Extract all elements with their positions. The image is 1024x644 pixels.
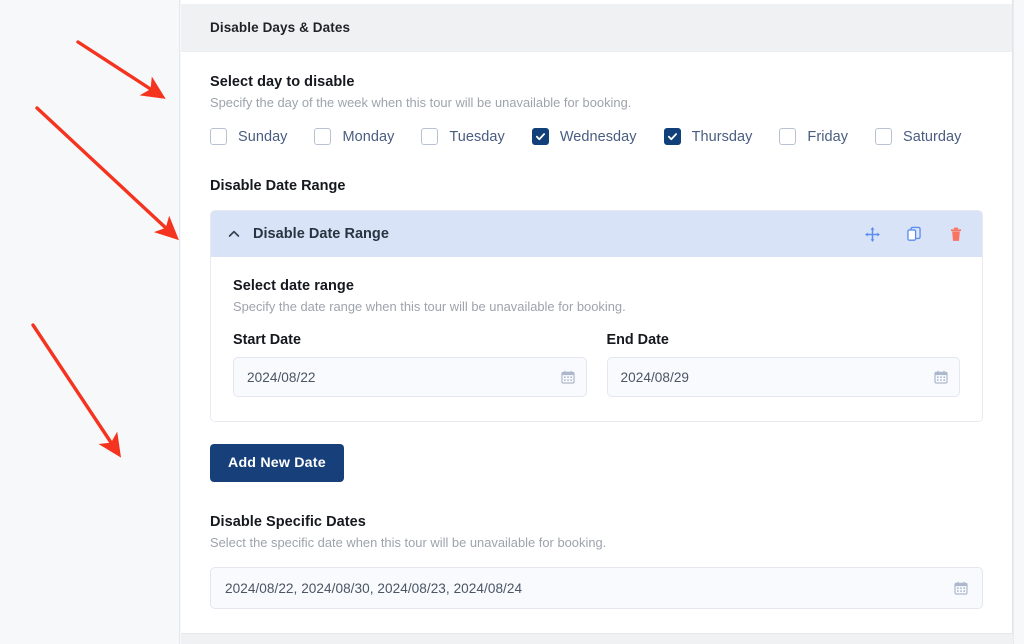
select-date-range-title: Select date range bbox=[233, 278, 354, 294]
day-checkbox-saturday[interactable]: Saturday bbox=[875, 128, 961, 145]
start-date-value: 2024/08/22 bbox=[247, 369, 316, 385]
checkbox-wednesday[interactable] bbox=[531, 128, 549, 145]
checkbox-tuesday[interactable] bbox=[421, 128, 439, 145]
panel-body: Select day to disable Specify the day of… bbox=[181, 52, 1012, 609]
start-date-input[interactable]: 2024/08/22 bbox=[233, 357, 587, 397]
end-date-label: End Date bbox=[606, 332, 669, 348]
calendar-icon[interactable] bbox=[560, 370, 575, 384]
specific-dates-value: 2024/08/22, 2024/08/30, 2024/08/23, 2024… bbox=[225, 580, 523, 596]
checkbox-monday[interactable] bbox=[314, 128, 332, 145]
check-icon bbox=[535, 133, 545, 141]
end-date-group: End Date 2024/08/29 bbox=[606, 332, 960, 397]
page-title: Disable Days & Dates bbox=[210, 20, 351, 35]
disable-date-range-heading: Disable Date Range bbox=[210, 178, 346, 194]
settings-panel: Disable Days & Dates Select day to disab… bbox=[181, 0, 1013, 644]
day-label-sunday: Sunday bbox=[238, 128, 288, 145]
day-label-tuesday: Tuesday bbox=[449, 128, 505, 145]
specific-dates-subtitle: Select the specific date when this tour … bbox=[210, 535, 607, 550]
day-checkbox-monday[interactable]: Monday bbox=[314, 128, 394, 145]
day-checkbox-friday[interactable]: Friday bbox=[779, 128, 848, 145]
screen-root: Disable Days & Dates Select day to disab… bbox=[0, 0, 1024, 644]
accordion-body: Select date range Specify the date range… bbox=[211, 257, 982, 421]
trash-icon[interactable] bbox=[947, 225, 965, 243]
day-checkbox-sunday[interactable]: Sunday bbox=[210, 128, 287, 145]
calendar-icon[interactable] bbox=[954, 581, 968, 595]
day-label-friday: Friday bbox=[807, 128, 849, 145]
arrow-1 bbox=[76, 40, 166, 99]
day-label-wednesday: Wednesday bbox=[559, 128, 637, 145]
start-date-label: Start Date bbox=[233, 332, 301, 348]
day-checkbox-tuesday[interactable]: Tuesday bbox=[421, 128, 505, 145]
accordion-header[interactable]: Disable Date Range bbox=[211, 211, 982, 257]
date-range-fields: Start Date 2024/08/22 End Date 2024/08/2… bbox=[233, 332, 960, 397]
arrow-2 bbox=[35, 106, 179, 241]
move-icon[interactable] bbox=[863, 225, 881, 243]
select-day-title: Select day to disable bbox=[210, 74, 355, 90]
chevron-up-icon[interactable] bbox=[226, 226, 242, 242]
end-date-input[interactable]: 2024/08/29 bbox=[606, 357, 960, 397]
accordion-title: Disable Date Range bbox=[253, 226, 389, 242]
select-day-section: Select day to disable Specify the day of… bbox=[210, 74, 983, 145]
day-label-monday: Monday bbox=[342, 128, 395, 145]
specific-dates-input[interactable]: 2024/08/22, 2024/08/30, 2024/08/23, 2024… bbox=[210, 567, 983, 609]
accordion-actions bbox=[863, 225, 965, 243]
date-range-accordion: Disable Date Range Select date range Spe… bbox=[210, 210, 983, 422]
end-date-value: 2024/08/29 bbox=[620, 369, 690, 385]
calendar-icon[interactable] bbox=[934, 370, 948, 384]
checkbox-sunday[interactable] bbox=[210, 128, 227, 145]
day-label-thursday: Thursday bbox=[691, 128, 753, 145]
specific-dates-section: Disable Specific Dates Select the specif… bbox=[210, 514, 983, 609]
select-date-range-subtitle: Specify the date range when this tour wi… bbox=[233, 299, 626, 314]
left-gutter bbox=[0, 0, 180, 644]
specific-dates-title: Disable Specific Dates bbox=[210, 514, 366, 530]
arrow-3 bbox=[31, 323, 122, 458]
check-icon bbox=[667, 133, 677, 141]
duplicate-icon[interactable] bbox=[905, 225, 923, 243]
panel-bottom-strip bbox=[181, 633, 1013, 644]
checkbox-thursday[interactable] bbox=[663, 128, 681, 145]
annotation-arrows bbox=[31, 40, 179, 458]
day-label-saturday: Saturday bbox=[903, 128, 962, 145]
panel-header: Disable Days & Dates bbox=[181, 4, 1012, 52]
start-date-group: Start Date 2024/08/22 bbox=[233, 332, 587, 397]
day-checkbox-wednesday[interactable]: Wednesday bbox=[531, 128, 637, 145]
select-day-subtitle: Specify the day of the week when this to… bbox=[210, 95, 632, 110]
checkbox-saturday[interactable] bbox=[875, 128, 893, 145]
checkbox-friday[interactable] bbox=[779, 128, 797, 145]
add-new-date-button[interactable]: Add New Date bbox=[210, 444, 344, 482]
day-checkbox-thursday[interactable]: Thursday bbox=[663, 128, 753, 145]
page-scrollbar[interactable] bbox=[1013, 0, 1024, 644]
day-checkbox-row: Sunday Monday Tuesday Wednesday Thursday… bbox=[210, 128, 983, 145]
